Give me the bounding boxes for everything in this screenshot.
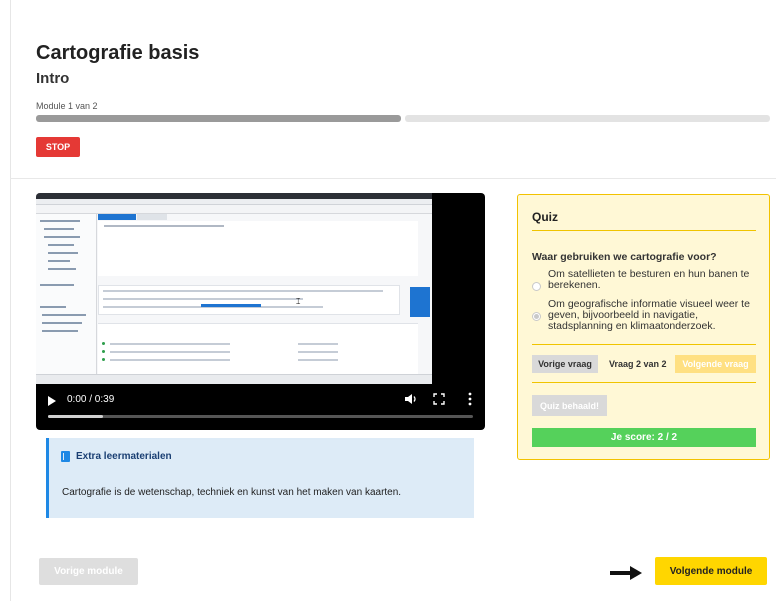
stop-button[interactable]: STOP bbox=[36, 137, 80, 157]
text-cursor-icon: 𝙸 bbox=[295, 297, 302, 307]
left-divider bbox=[10, 0, 11, 601]
next-question-button[interactable]: Volgende vraag bbox=[675, 355, 756, 373]
book-icon bbox=[61, 451, 70, 462]
radio-button-selected[interactable] bbox=[532, 312, 541, 321]
video-buffered bbox=[48, 415, 103, 418]
fullscreen-icon[interactable] bbox=[433, 393, 445, 405]
course-subtitle: Intro bbox=[36, 70, 70, 87]
arrow-right-icon bbox=[610, 566, 642, 580]
quiz-option[interactable]: Om geografische informatie visueel weer … bbox=[532, 299, 758, 332]
quiz-divider bbox=[532, 344, 756, 345]
quiz-passed-button[interactable]: Quiz behaald! bbox=[532, 395, 607, 416]
quiz-option-label: Om satellieten te besturen en hun banen … bbox=[548, 268, 750, 291]
next-module-button[interactable]: Volgende module bbox=[655, 557, 767, 585]
video-time: 0:00 / 0:39 bbox=[67, 394, 115, 405]
score-bar: Je score: 2 / 2 bbox=[532, 428, 756, 447]
module-progress-bar bbox=[36, 115, 770, 122]
section-divider bbox=[10, 178, 776, 179]
quiz-option[interactable]: Om satellieten te besturen en hun banen … bbox=[532, 269, 758, 291]
volume-icon[interactable] bbox=[404, 392, 418, 406]
quiz-divider bbox=[532, 382, 756, 383]
progress-completed bbox=[36, 115, 401, 122]
previous-module-button[interactable]: Vorige module bbox=[39, 558, 138, 585]
progress-remaining bbox=[405, 115, 770, 122]
quiz-question: Waar gebruiken we cartografie voor? bbox=[532, 251, 717, 263]
video-scrubber[interactable] bbox=[48, 415, 473, 418]
extra-materials-title: Extra leermaterialen bbox=[76, 451, 172, 462]
extra-materials-panel: Extra leermaterialen Cartografie is de w… bbox=[46, 438, 474, 518]
page: Cartografie basis Intro Module 1 van 2 S… bbox=[0, 0, 776, 601]
quiz-option-label: Om geografische informatie visueel weer … bbox=[548, 298, 750, 332]
previous-question-button[interactable]: Vorige vraag bbox=[532, 355, 598, 373]
video-frame: 𝙸 bbox=[36, 193, 432, 384]
more-options-icon[interactable] bbox=[467, 392, 473, 406]
radio-button[interactable] bbox=[532, 282, 541, 291]
video-player[interactable]: 𝙸 0:00 / 0:39 bbox=[36, 193, 485, 430]
extra-materials-text: Cartografie is de wetenschap, techniek e… bbox=[62, 487, 402, 498]
quiz-title: Quiz bbox=[532, 210, 558, 224]
play-icon[interactable] bbox=[48, 396, 56, 406]
course-title: Cartografie basis bbox=[36, 42, 200, 64]
quiz-panel: Quiz Waar gebruiken we cartografie voor?… bbox=[517, 194, 770, 460]
module-progress-label: Module 1 van 2 bbox=[36, 101, 98, 111]
question-counter: Vraag 2 van 2 bbox=[609, 359, 667, 369]
quiz-divider bbox=[532, 230, 756, 231]
